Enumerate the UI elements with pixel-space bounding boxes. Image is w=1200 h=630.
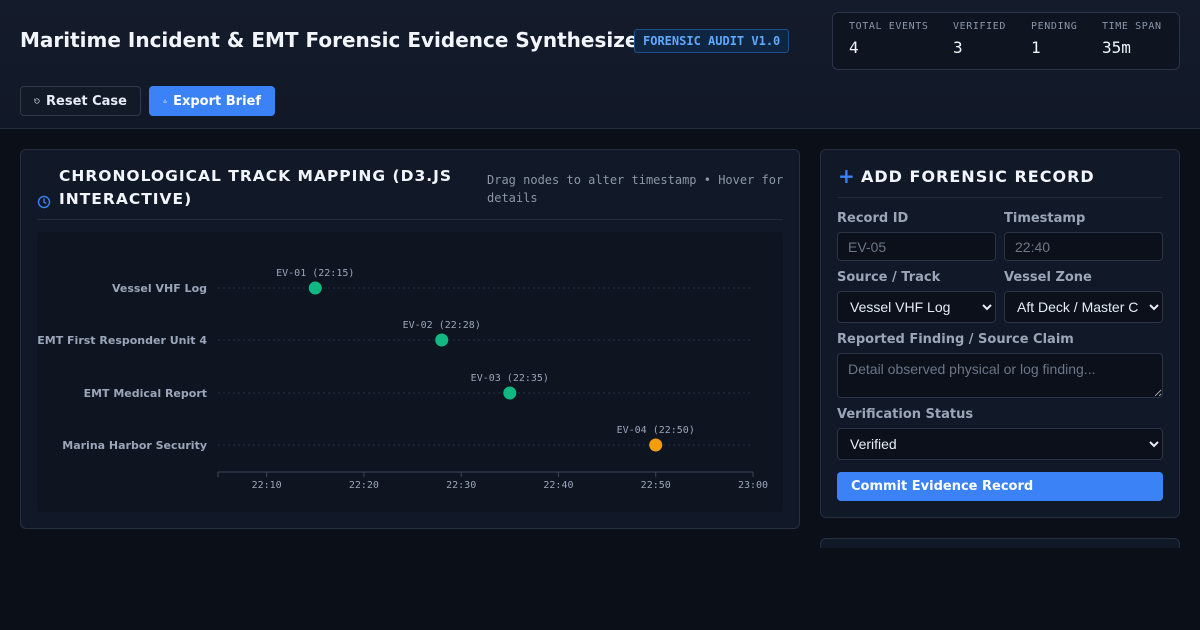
stats-panel: TOTAL EVENTS 4 VERIFIED 3 PENDING 1 TIME… — [832, 12, 1180, 70]
stat-total-events: TOTAL EVENTS 4 — [849, 21, 928, 57]
form-header: + ADD FORENSIC RECORD — [837, 164, 1163, 198]
x-axis-tick-label: 22:40 — [543, 480, 573, 491]
event-label: EV-04 (22:50) — [617, 425, 695, 436]
event-label: EV-02 (22:28) — [403, 320, 481, 331]
source-track-select[interactable]: Vessel VHF Log — [837, 291, 996, 323]
event-node-ev-04[interactable] — [649, 438, 663, 452]
record-id-label: Record ID — [837, 211, 909, 226]
stat-label: TOTAL EVENTS — [849, 21, 929, 32]
stat-verified: VERIFIED 3 — [953, 21, 1006, 57]
stat-value: 1 — [1031, 38, 1041, 57]
stat-time-span: TIME SPAN 35m — [1102, 21, 1162, 57]
source-track-label: Source / Track — [837, 270, 941, 285]
timeline-hint: Drag nodes to alter timestamp • Hover fo… — [487, 173, 784, 205]
add-record-panel: + ADD FORENSIC RECORD Record ID Timestam… — [820, 149, 1180, 518]
x-axis-tick-label: 22:50 — [641, 480, 671, 491]
vessel-zone-label: Vessel Zone — [1004, 270, 1092, 285]
event-node-ev-02[interactable] — [435, 333, 449, 347]
export-brief-button[interactable]: Export Brief — [149, 86, 275, 116]
download-icon — [163, 99, 167, 103]
event-label: EV-01 (22:15) — [276, 268, 354, 279]
event-label: EV-03 (22:35) — [471, 373, 549, 384]
x-axis-tick-label: 22:10 — [252, 480, 282, 491]
app-title: Maritime Incident & EMT Forensic Evidenc… — [20, 28, 649, 52]
finding-label: Reported Finding / Source Claim — [837, 332, 1074, 347]
stat-pending: PENDING 1 — [1031, 21, 1077, 57]
plus-icon: + — [838, 164, 855, 188]
timeline-chart: Vessel VHF Log EMT First Responder Unit 4… — [37, 232, 783, 512]
form-title: ADD FORENSIC RECORD — [861, 167, 1095, 186]
event-node-ev-01[interactable] — [308, 281, 322, 295]
vessel-zone-select[interactable]: Aft Deck / Master Cabin — [1004, 291, 1163, 323]
finding-textarea[interactable] — [837, 353, 1163, 398]
rotate-ccw-icon — [34, 98, 40, 104]
stat-value: 4 — [849, 38, 859, 57]
verification-status-select[interactable]: Verified — [837, 428, 1163, 460]
track-label: Vessel VHF Log — [112, 282, 207, 295]
secondary-panel — [820, 538, 1180, 548]
verification-status-label: Verification Status — [837, 407, 974, 422]
record-id-input[interactable] — [837, 232, 996, 261]
timestamp-input[interactable] — [1004, 232, 1163, 261]
commit-record-button[interactable]: Commit Evidence Record — [837, 472, 1163, 501]
reset-case-button[interactable]: Reset Case — [20, 86, 141, 116]
stat-value: 35m — [1102, 38, 1131, 57]
track-label: EMT First Responder Unit 4 — [37, 334, 207, 347]
clock-icon — [37, 195, 51, 209]
stat-label: PENDING — [1031, 21, 1078, 32]
x-axis-tick-label: 23:00 — [738, 480, 768, 491]
stat-label: TIME SPAN — [1102, 21, 1162, 32]
x-axis-tick-label: 22:30 — [446, 480, 476, 491]
app-header: Maritime Incident & EMT Forensic Evidenc… — [0, 0, 1200, 129]
timestamp-label: Timestamp — [1004, 211, 1086, 226]
event-node-ev-03[interactable] — [503, 386, 517, 400]
reset-case-label: Reset Case — [46, 93, 127, 109]
track-label: Marina Harbor Security — [62, 439, 207, 452]
stat-label: VERIFIED — [953, 21, 1006, 32]
timeline-header: CHRONOLOGICAL TRACK MAPPING (D3.JS INTER… — [37, 164, 783, 220]
stat-value: 3 — [953, 38, 963, 57]
timeline-title: CHRONOLOGICAL TRACK MAPPING (D3.JS INTER… — [59, 167, 453, 208]
audit-version-badge: FORENSIC AUDIT V1.0 — [634, 29, 790, 53]
timeline-panel: CHRONOLOGICAL TRACK MAPPING (D3.JS INTER… — [20, 149, 800, 529]
track-label: EMT Medical Report — [84, 387, 207, 400]
timeline-chart-svg: Vessel VHF Log EMT First Responder Unit 4… — [37, 268, 768, 491]
export-brief-label: Export Brief — [173, 93, 261, 109]
x-axis-tick-label: 22:20 — [349, 480, 379, 491]
